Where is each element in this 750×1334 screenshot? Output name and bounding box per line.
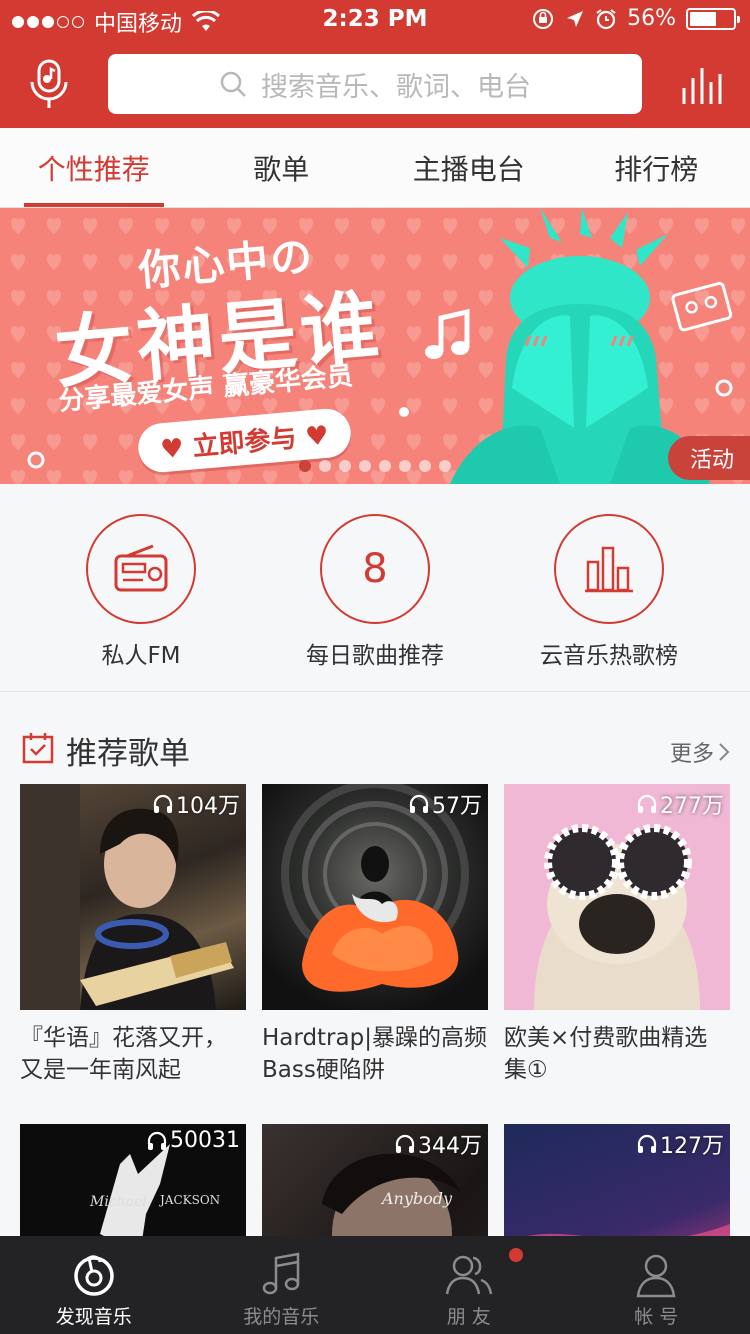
svg-text:Anybody: Anybody	[380, 1189, 453, 1208]
private-fm-label: 私人FM	[101, 643, 181, 669]
playlist-title[interactable]: 『华语』花落又开，又是一年南风起	[20, 1022, 246, 1088]
tab-my-music[interactable]: 我的音乐	[188, 1236, 376, 1334]
playlist-cover[interactable]: 277万	[504, 784, 730, 1010]
pager-dot[interactable]	[399, 460, 411, 472]
tab-charts[interactable]: 排行榜	[563, 128, 750, 207]
pager-dot[interactable]	[359, 460, 371, 472]
tab-recommend[interactable]: 个性推荐	[0, 128, 188, 207]
playlist-card[interactable]: 57万 Hardtrap|暴躁的高频Bass硬陷阱	[262, 784, 488, 1088]
activity-tag: 活动	[667, 436, 750, 480]
bar-chart-icon	[585, 546, 633, 593]
banner-pager[interactable]	[0, 460, 750, 472]
more-link[interactable]: 更多	[670, 736, 730, 768]
status-bar: 中国移动 2:23 PM 56%	[0, 0, 750, 40]
headphones-icon	[409, 794, 429, 813]
tab-friends[interactable]: 朋 友	[375, 1236, 563, 1334]
play-count-value: 104万	[176, 794, 240, 819]
rotation-lock-icon	[533, 8, 554, 29]
play-count: 50031	[146, 1128, 240, 1153]
play-count: 127万	[636, 1128, 724, 1160]
headphones-icon	[637, 794, 657, 813]
hot-chart-entry[interactable]: 云音乐热歌榜	[492, 514, 726, 670]
netease-logo-icon	[74, 1255, 114, 1296]
calendar-circle: 8	[320, 514, 430, 624]
playlist-card[interactable]: 104万 『华语』花落又开，又是一年南风起	[20, 784, 246, 1088]
section-title: 推荐歌单	[66, 736, 190, 772]
battery-percent: 56%	[627, 6, 676, 31]
promo-banner[interactable]: 你心中の 女神是谁 分享最爱女声 赢豪华会员 ♥ 立即参与 ♥ 活动	[0, 208, 750, 484]
voice-search-icon[interactable]	[22, 58, 76, 112]
svg-text:JACKSON: JACKSON	[158, 1193, 220, 1207]
play-count: 277万	[636, 788, 724, 820]
tab-account-label: 帐 号	[634, 1306, 679, 1328]
tab-account[interactable]: 帐 号	[563, 1236, 750, 1334]
play-count: 344万	[394, 1128, 482, 1160]
hot-chart-label: 云音乐热歌榜	[540, 643, 678, 669]
pager-dot[interactable]	[439, 460, 451, 472]
headphones-icon	[637, 1134, 657, 1153]
alarm-icon	[596, 8, 616, 29]
radio-circle	[86, 514, 196, 624]
playlist-title[interactable]: Hardtrap|暴躁的高频Bass硬陷阱	[262, 1022, 488, 1088]
private-fm-entry[interactable]: 私人FM	[24, 514, 258, 670]
battery-icon	[686, 7, 740, 30]
music-note-icon	[425, 308, 470, 359]
tab-my-music-label: 我的音乐	[243, 1306, 320, 1328]
tab-discover-label: 发现音乐	[55, 1306, 132, 1328]
search-placeholder: 搜索音乐、歌词、电台	[261, 71, 531, 103]
tab-radio[interactable]: 主播电台	[375, 128, 563, 207]
chevron-right-icon	[719, 743, 730, 761]
pager-dot[interactable]	[379, 460, 391, 472]
music-note-icon	[263, 1252, 300, 1295]
radio-icon	[114, 544, 168, 592]
top-header: 中国移动 2:23 PM 56% 搜索音乐、歌词、电台	[0, 0, 750, 128]
heart-right-icon: ♥	[304, 420, 330, 453]
pager-dot[interactable]	[419, 460, 431, 472]
svg-text:Michael: Michael	[89, 1194, 147, 1210]
pager-dot[interactable]	[299, 460, 311, 472]
play-count-value: 277万	[660, 794, 724, 819]
location-icon	[567, 10, 584, 27]
play-count-value: 344万	[418, 1134, 482, 1159]
banner-cta-label: 立即参与	[191, 423, 298, 463]
friends-icon	[445, 1255, 492, 1295]
user-icon	[636, 1254, 676, 1298]
playlist-card[interactable]: 277万 欧美×付费歌曲精选集①	[504, 784, 730, 1088]
play-count-value: 57万	[432, 794, 482, 819]
tab-playlists[interactable]: 歌单	[188, 128, 376, 207]
search-bar[interactable]: 搜索音乐、歌词、电台	[108, 54, 642, 114]
headphones-icon	[147, 1131, 167, 1150]
bottom-tab-bar: 发现音乐 我的音乐 朋 友 帐 号	[0, 1236, 750, 1334]
play-count: 57万	[408, 788, 482, 820]
headphones-icon	[395, 1134, 415, 1153]
headphones-icon	[153, 794, 173, 813]
calendar-check-icon	[22, 733, 54, 764]
more-label: 更多	[669, 742, 714, 767]
playlist-cover[interactable]: 104万	[20, 784, 246, 1010]
now-playing-icon[interactable]	[680, 62, 726, 108]
notification-badge	[507, 1246, 525, 1264]
search-icon	[220, 71, 246, 97]
cassette-icon	[671, 281, 733, 332]
daily-recommend-label: 每日歌曲推荐	[306, 643, 444, 669]
play-count: 104万	[152, 788, 240, 820]
recommended-playlists-header: 推荐歌单 更多	[0, 718, 750, 778]
quick-entries: 私人FM 8 每日歌曲推荐 云音乐热歌榜	[0, 484, 750, 692]
top-tabs: 个性推荐 歌单 主播电台 排行榜	[0, 128, 750, 208]
daily-recommend-entry[interactable]: 8 每日歌曲推荐	[258, 514, 492, 670]
tab-friends-label: 朋 友	[446, 1306, 491, 1328]
playlist-cover[interactable]: 57万	[262, 784, 488, 1010]
play-count-value: 50031	[170, 1128, 240, 1153]
daily-date-number: 8	[362, 546, 388, 592]
playlist-title[interactable]: 欧美×付费歌曲精选集①	[504, 1022, 730, 1088]
pager-dot[interactable]	[339, 460, 351, 472]
play-count-value: 127万	[660, 1134, 724, 1159]
status-right: 56%	[531, 6, 740, 31]
chart-circle	[554, 514, 664, 624]
pager-dot[interactable]	[319, 460, 331, 472]
tab-discover-music[interactable]: 发现音乐	[0, 1236, 188, 1334]
